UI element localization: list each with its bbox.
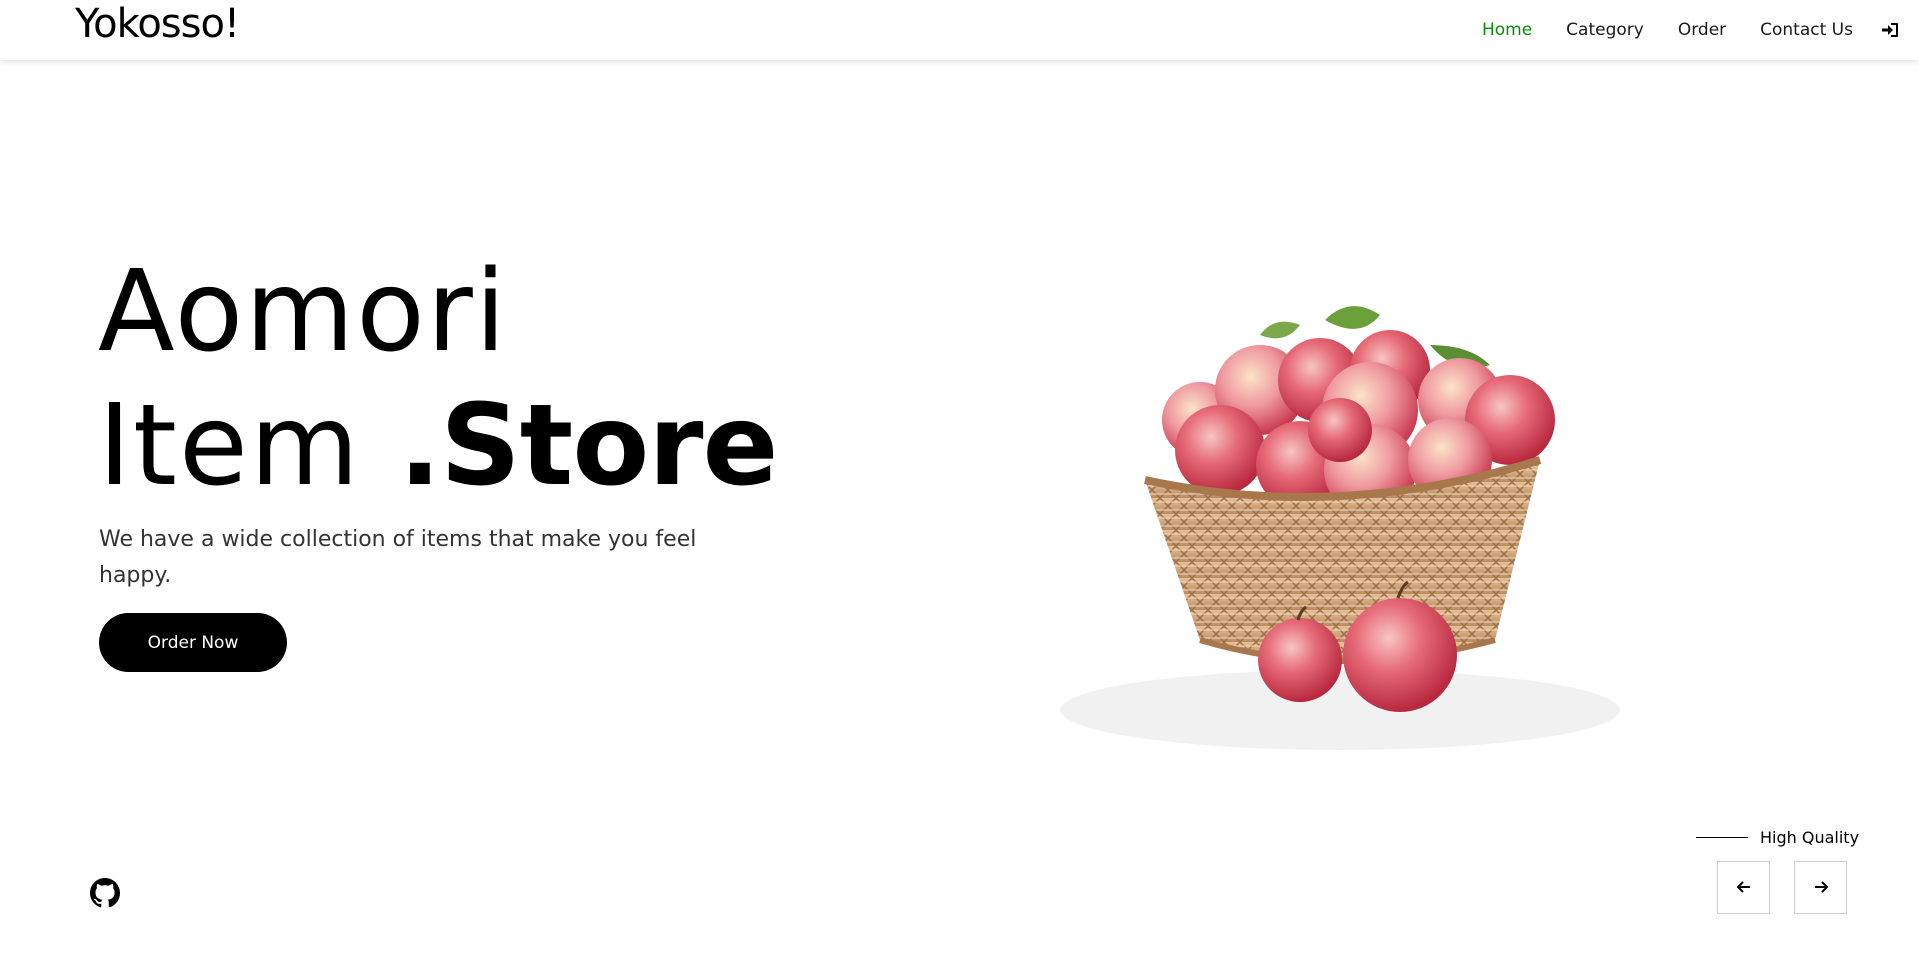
hero-title-line-2: Item .Store <box>98 379 779 513</box>
arrow-left-icon <box>1736 878 1751 897</box>
hero-title-item: Item <box>98 381 399 511</box>
hero-title-line-1: Aomori <box>98 247 508 377</box>
logo[interactable]: Yokosso! <box>75 0 240 48</box>
tagline-divider <box>1696 837 1748 838</box>
next-button[interactable] <box>1794 861 1847 914</box>
nav: Home Category Order Contact Us <box>1448 0 1899 60</box>
header: Yokosso! Home Category Order Contact Us <box>0 0 1919 60</box>
arrow-right-icon <box>1814 878 1828 897</box>
slider-controls <box>1717 861 1847 914</box>
page: Yokosso! Home Category Order Contact Us … <box>0 0 1919 967</box>
prev-button[interactable] <box>1717 861 1770 914</box>
nav-item-home[interactable]: Home <box>1482 0 1532 60</box>
apple-basket-image <box>1040 290 1645 760</box>
tagline-text: High Quality <box>1760 828 1860 847</box>
order-now-button[interactable]: Order Now <box>99 613 287 672</box>
sign-in-icon[interactable] <box>1881 21 1899 39</box>
nav-item-contact-us[interactable]: Contact Us <box>1760 0 1853 60</box>
high-quality-tagline: High Quality <box>1696 828 1859 847</box>
hero-title: Aomori Item .Store <box>98 245 779 513</box>
hero-title-store: .Store <box>398 381 779 511</box>
nav-item-category[interactable]: Category <box>1566 0 1644 60</box>
github-icon[interactable] <box>90 878 120 908</box>
hero-description: We have a wide collection of items that … <box>99 527 697 588</box>
nav-item-order[interactable]: Order <box>1678 0 1726 60</box>
